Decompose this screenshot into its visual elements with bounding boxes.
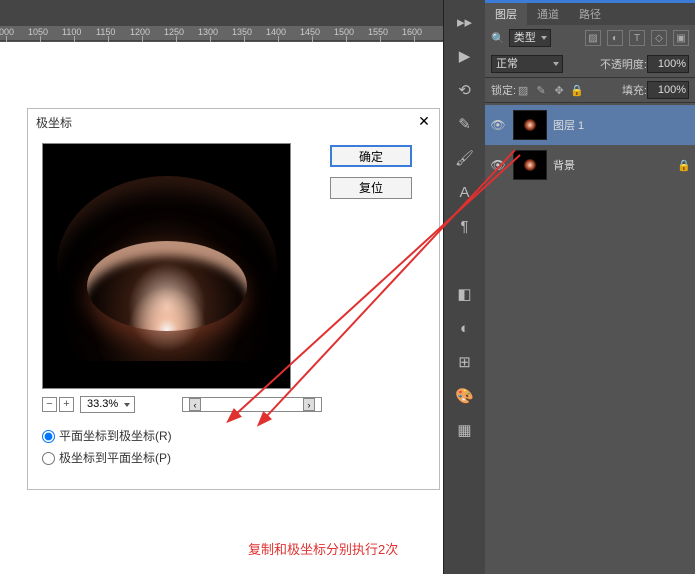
- tab-paths[interactable]: 路径: [569, 3, 611, 25]
- styles-icon[interactable]: ◧: [451, 280, 479, 308]
- radio-rect-to-polar[interactable]: 平面坐标到极坐标(R): [42, 425, 172, 447]
- layers-panel: 图层 通道 路径 🔍 类型 ▨ ◐ T ◇ ▣ 正常 不透明度: 100% 锁定…: [485, 0, 695, 574]
- filter-adjust-icon[interactable]: ◐: [607, 30, 623, 46]
- swatches-icon[interactable]: ⊞: [451, 348, 479, 376]
- ruler-tick-label: 1050: [28, 27, 48, 37]
- brush-presets-icon[interactable]: ✎: [451, 110, 479, 138]
- layer-name: 图层 1: [553, 117, 584, 133]
- annotation-text: 复制和极坐标分别执行2次: [248, 539, 398, 558]
- spacer-icon: [451, 246, 479, 274]
- ruler-tick-label: 1250: [164, 27, 184, 37]
- lock-position-icon[interactable]: ✥: [552, 83, 566, 97]
- visibility-icon[interactable]: 👁: [489, 118, 507, 132]
- tab-layers[interactable]: 图层: [485, 3, 527, 25]
- ruler-tick-label: 1450: [300, 27, 320, 37]
- play-icon[interactable]: ▶: [451, 42, 479, 70]
- blend-mode-select[interactable]: 正常: [491, 55, 563, 73]
- brush-icon[interactable]: 🖌: [451, 144, 479, 172]
- layer-name: 背景: [553, 157, 575, 173]
- color-icon[interactable]: 🎨: [451, 382, 479, 410]
- close-icon[interactable]: ✕: [415, 113, 433, 131]
- history-icon[interactable]: ⟲: [451, 76, 479, 104]
- app-topbar: [0, 0, 443, 25]
- zoom-dropdown[interactable]: 33.3%: [80, 396, 135, 413]
- layer-row-1[interactable]: 👁 图层 1: [485, 105, 695, 145]
- paragraph-icon[interactable]: ¶: [451, 212, 479, 240]
- ruler-tick-label: 1100: [62, 27, 81, 37]
- lock-all-icon[interactable]: 🔒: [570, 83, 584, 97]
- character-icon[interactable]: A: [451, 178, 479, 206]
- filter-preview[interactable]: [42, 143, 291, 389]
- layer-thumbnail[interactable]: [513, 110, 547, 140]
- ruler-tick-label: 1400: [266, 27, 286, 37]
- layer-filter-icons: ▨ ◐ T ◇ ▣: [581, 30, 689, 46]
- ruler-tick-label: 1300: [198, 27, 218, 37]
- layer-thumbnail[interactable]: [513, 150, 547, 180]
- filter-pixel-icon[interactable]: ▨: [585, 30, 601, 46]
- arrange-icon[interactable]: ▸▸: [451, 8, 479, 36]
- lock-paint-icon[interactable]: ✎: [534, 83, 548, 97]
- layer-kind-select[interactable]: 类型: [509, 29, 551, 47]
- fill-label: 填充:: [622, 82, 647, 98]
- filter-type-icon[interactable]: T: [629, 30, 645, 46]
- preview-scrollbar[interactable]: ‹ ›: [182, 397, 322, 412]
- radio-polar-to-rect[interactable]: 极坐标到平面坐标(P): [42, 447, 172, 469]
- fill-value[interactable]: 100%: [647, 81, 689, 99]
- opacity-value[interactable]: 100%: [647, 55, 689, 73]
- lock-transparency-icon[interactable]: ▨: [516, 83, 530, 97]
- dialog-title: 极坐标: [28, 109, 439, 137]
- ok-button[interactable]: 确定: [330, 145, 412, 167]
- lock-label: 锁定:: [491, 82, 516, 98]
- scroll-left-icon[interactable]: ‹: [189, 398, 201, 411]
- grid-icon[interactable]: ▦: [451, 416, 479, 444]
- scroll-right-icon[interactable]: ›: [303, 398, 315, 411]
- horizontal-ruler: 1000 1050 1100 1150 1200 1250 1300 1350 1400 1450…: [0, 25, 443, 41]
- ruler-tick-label: 1150: [96, 27, 115, 37]
- ruler-tick-label: 1500: [334, 27, 354, 37]
- opacity-label: 不透明度:: [600, 56, 647, 72]
- lock-icon: 🔒: [677, 159, 691, 172]
- vertical-toolstrip: ▸▸ ▶ ⟲ ✎ 🖌 A ¶ ◧ ◐ ⊞ 🎨 ▦: [443, 0, 485, 574]
- ruler-tick-label: 1000: [0, 27, 14, 37]
- layer-row-background[interactable]: 👁 背景 🔒: [485, 145, 695, 185]
- panel-tabs: 图层 通道 路径: [485, 3, 695, 25]
- reset-button[interactable]: 复位: [330, 177, 412, 199]
- visibility-icon[interactable]: 👁: [489, 158, 507, 172]
- filter-smart-icon[interactable]: ▣: [673, 30, 689, 46]
- zoom-in-button[interactable]: +: [59, 397, 74, 412]
- ruler-tick-label: 1200: [130, 27, 150, 37]
- filter-shape-icon[interactable]: ◇: [651, 30, 667, 46]
- conversion-options: 平面坐标到极坐标(R) 极坐标到平面坐标(P): [42, 425, 172, 469]
- tab-channels[interactable]: 通道: [527, 3, 569, 25]
- ruler-tick-label: 1550: [368, 27, 388, 37]
- zoom-out-button[interactable]: −: [42, 397, 57, 412]
- ruler-tick-label: 1600: [402, 27, 422, 37]
- adjustments-icon[interactable]: ◐: [451, 314, 479, 342]
- ruler-tick-label: 1350: [232, 27, 252, 37]
- polar-coordinates-dialog: 极坐标 ✕ − + 33.3% ‹ › 平面坐标到极坐标(R) 极坐标到平面坐标…: [27, 108, 440, 490]
